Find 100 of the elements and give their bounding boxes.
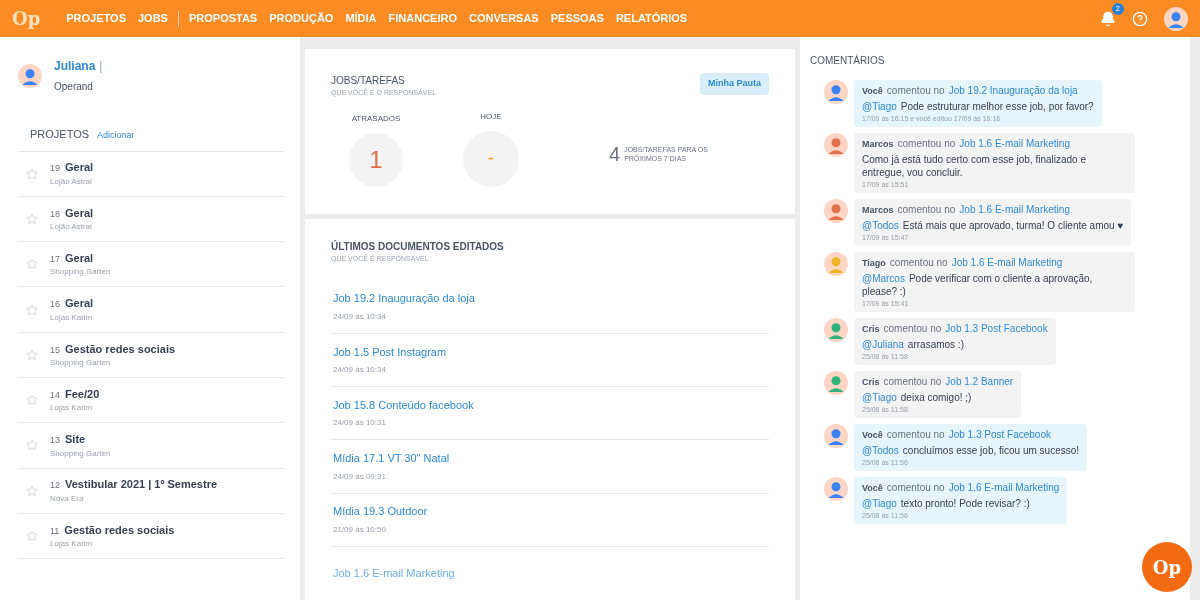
commenter-avatar-icon [824,80,848,104]
job-link[interactable]: Job 19.2 Inauguração da loja [948,83,1078,98]
comment-verb: comentou no [897,203,956,217]
document-link[interactable]: Mídia 17.1 VT 30" Natal [333,450,769,467]
user-avatar-icon [1164,6,1188,31]
star-icon[interactable] [26,484,38,497]
comments-heading: COMENTÁRIOS [810,53,886,68]
mention-link[interactable]: @Todos [862,219,899,231]
project-item[interactable]: 11 Gestão redes sociais Lojas Karim [18,513,284,560]
document-time: 24/09 às 09:31 [333,470,387,483]
project-number: 12 [50,479,60,493]
comment-verb: comentou no [883,322,942,336]
notification-bell-icon[interactable] [1100,10,1116,27]
project-name: Geral [65,160,94,176]
comment-author: Você [862,85,883,98]
project-number: 17 [50,253,60,266]
document-link[interactable]: Job 19.2 Inauguração da loja [333,290,769,307]
project-name: Geral [65,205,94,221]
nav-link[interactable]: CONVERSAS [463,10,545,27]
job-link[interactable]: Job 1.6 E-mail Marketing [948,480,1060,495]
star-icon[interactable] [26,212,38,225]
project-item[interactable]: 16 Geral Lojas Karim [18,287,284,333]
document-time: 24/09 às 10:34 [333,364,387,377]
job-link[interactable]: Job 1.6 E-mail Marketing [959,136,1070,151]
star-icon[interactable] [26,167,38,180]
mention-link[interactable]: @Juliana [862,338,904,350]
job-link[interactable]: Job 1.6 E-mail Marketing [951,255,1063,270]
nav-link[interactable]: PROPOSTAS [182,10,264,27]
mention-link[interactable]: @Tiago [862,391,897,403]
add-project-link[interactable]: Adicionar [97,129,135,143]
project-item[interactable]: 15 Gestão redes sociais Shopping Garten [18,332,284,378]
document-link[interactable]: Mídia 19.3 Outdoor [333,503,769,520]
project-number: 11 [50,524,60,538]
comment-text: Como já está tudo certo com esse job, finalizado e entregue, vou concluir. [862,152,1087,179]
mention-link[interactable]: @Marcos [862,272,905,284]
comment-author: Você [862,482,883,495]
nav-link[interactable]: PRODUÇÃO [263,10,340,27]
commenter-avatar-icon [824,252,848,276]
project-item[interactable]: 17 Geral Shopping Garten [18,242,284,288]
project-number: 13 [50,434,60,448]
mention-link[interactable]: @Tiago [862,100,897,112]
project-item[interactable]: 13 Site Shopping Garten [18,423,284,469]
mention-link[interactable]: @Tiago [862,497,897,509]
job-link[interactable]: Job 1.3 Post Facebook [948,427,1051,442]
late-label: ATRASADOS [351,112,401,125]
document-link[interactable]: Job 1.6 E-mail Marketing [333,565,769,582]
client-name: Shopping Garten [50,447,111,460]
week-count: 4 [609,141,621,167]
nav-link[interactable]: MÍDIA [339,10,383,27]
comment-text: @Todos concluímos esse job, ficou um sucesso! [862,443,1080,457]
late-count[interactable]: 1 [349,132,403,187]
profile-avatar-icon [18,63,42,88]
document-link[interactable]: Job 1.5 Post Instagram [333,343,769,361]
star-icon[interactable] [26,530,38,542]
comment-text: @Tiago deixa comigo! ;) [862,390,973,404]
job-link[interactable]: Job 1.6 E-mail Marketing [959,202,1070,217]
star-icon[interactable] [26,394,38,407]
client-name: Nova Era [50,492,85,505]
today-label: HOJE [480,110,502,123]
comment-verb: comentou no [886,84,945,98]
star-icon[interactable] [26,258,38,271]
client-name: Shopping Garten [50,357,112,370]
project-item[interactable]: 12 Vestibular 2021 | 1º Semestre Nova Era [18,468,284,514]
nav-link[interactable]: FINANCEIRO [382,10,463,27]
project-name: Fee/20 [65,386,100,402]
nav-link[interactable]: PESSOAS [544,10,610,27]
client-name: Lojão Astral [50,175,93,188]
project-item[interactable]: 19 Geral Lojão Astral [18,151,284,197]
nav-link[interactable]: JOBS [132,10,174,27]
commenter-avatar-icon [824,424,848,448]
today-count[interactable]: - [463,130,519,187]
star-icon[interactable] [26,303,38,316]
document-time: 24/09 às 10:34 [333,310,387,323]
project-name: Geral [65,296,94,312]
star-icon[interactable] [26,439,38,452]
project-name: Vestibular 2021 | 1º Semestre [65,477,218,493]
my-schedule-button[interactable]: Minha Pauta [700,73,769,95]
mention-link[interactable]: @Todos [862,444,899,456]
document-link[interactable]: Job 15.8 Conteúdo facebook [333,396,769,414]
star-icon[interactable] [26,348,38,361]
profile-name[interactable]: Juliana [54,57,96,75]
project-item[interactable]: 14 Fee/20 Lojas Karim [18,378,284,424]
job-link[interactable]: Job 1.2 Banner [945,374,1014,389]
help-icon[interactable] [1132,10,1148,27]
logo[interactable]: Op [12,5,41,32]
project-item[interactable]: 18 Geral Lojão Astral [18,196,284,243]
separator: | [99,58,103,75]
job-link[interactable]: Job 1.3 Post Facebook [945,321,1048,336]
comment-author: Marcos [862,204,894,217]
documents-heading: ÚLTIMOS DOCUMENTOS EDITADOS [331,239,505,254]
commenter-avatar-icon [824,133,848,157]
project-number: 16 [50,298,60,312]
nav-link[interactable]: RELATÓRIOS [609,10,694,27]
comment-author: Marcos [862,138,894,151]
comment-author: Você [862,429,883,442]
project-number: 15 [50,343,60,357]
commenter-avatar-icon [824,318,848,342]
comment-verb: comentou no [897,137,956,151]
projects-heading: PROJETOS [30,127,90,142]
nav-link[interactable]: PROJETOS [60,10,132,27]
